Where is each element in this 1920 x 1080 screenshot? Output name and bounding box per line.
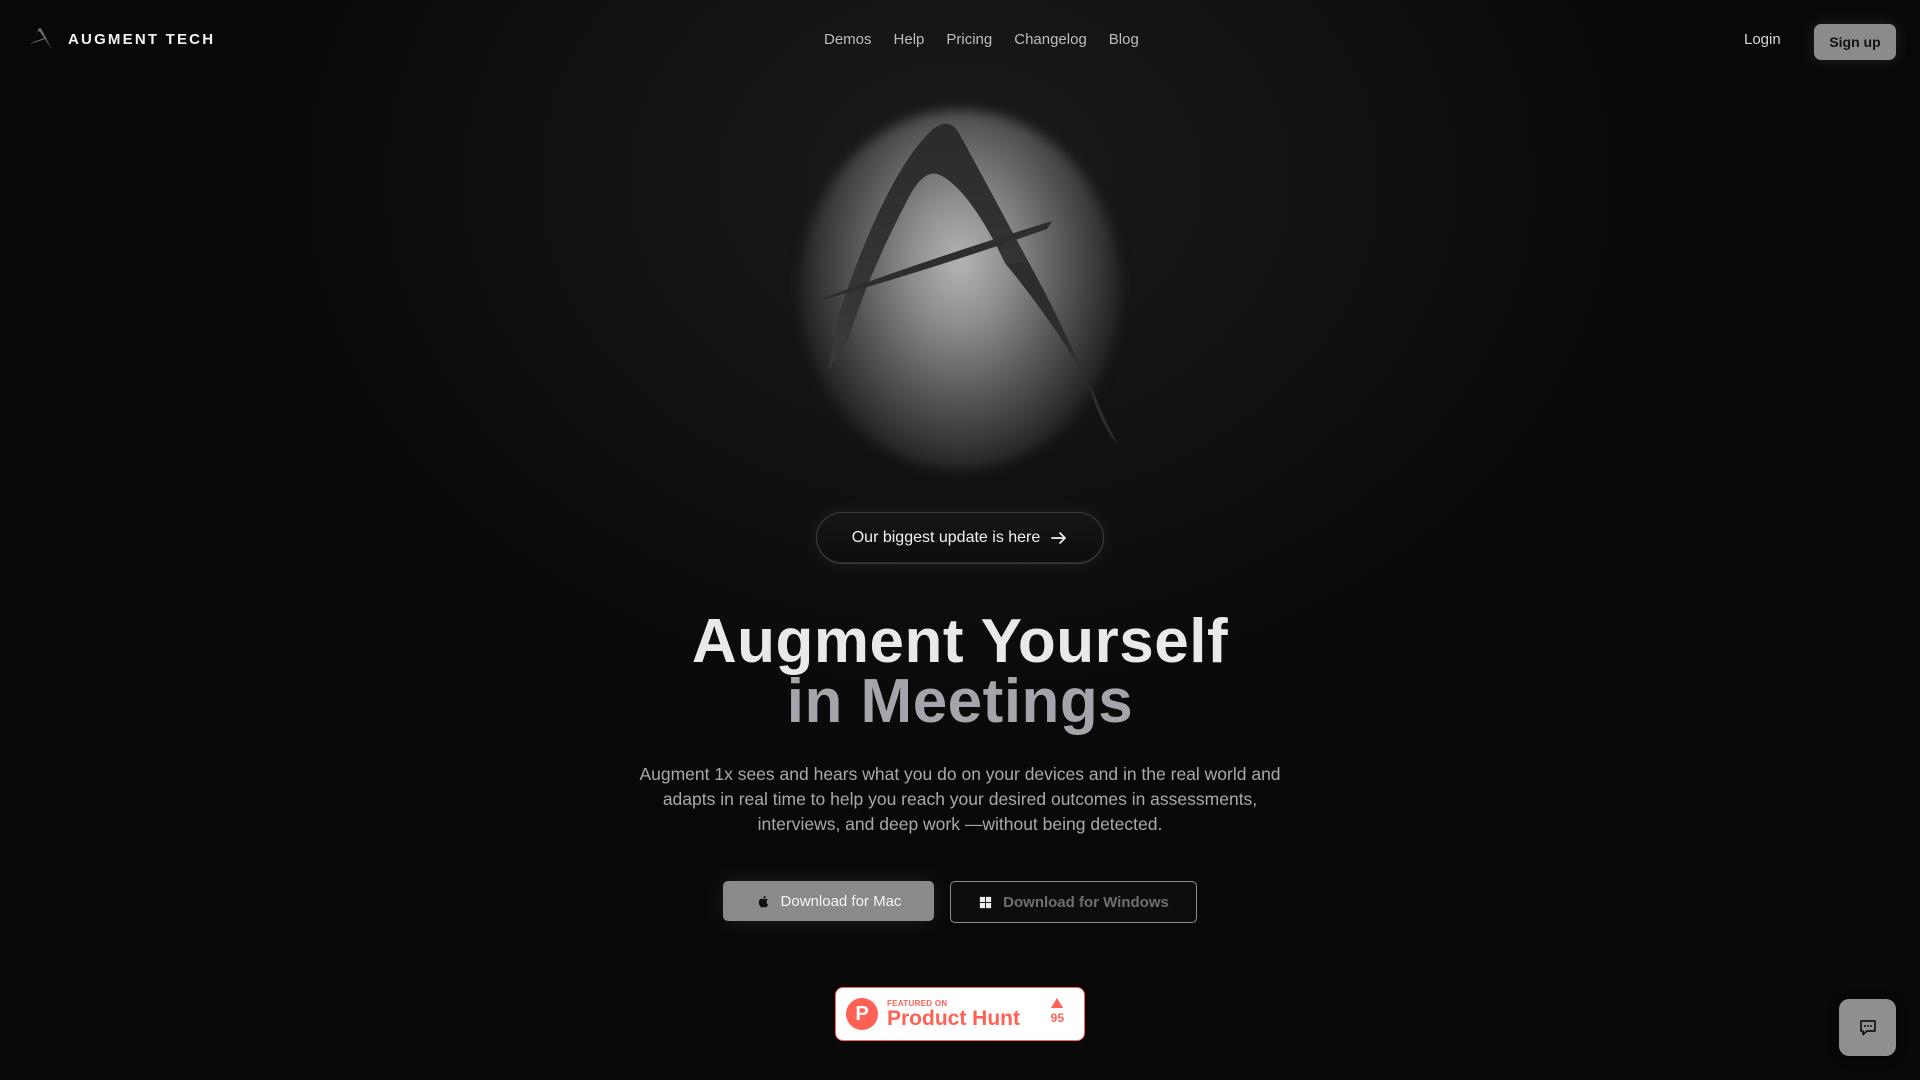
headline-line2: in Meetings bbox=[786, 667, 1134, 736]
hero-logo bbox=[760, 90, 1160, 470]
brand-name: AUGMENT TECH bbox=[68, 30, 216, 48]
arrow-right-icon bbox=[1051, 532, 1067, 544]
apple-icon bbox=[758, 895, 768, 907]
product-hunt-badge[interactable]: P FEATURED ON Product Hunt 95 bbox=[835, 987, 1085, 1041]
nav-help[interactable]: Help bbox=[894, 31, 925, 48]
product-hunt-votes: 95 bbox=[1051, 998, 1064, 1025]
hero-subtext: Augment 1x sees and hears what you do on… bbox=[639, 764, 1281, 834]
chat-button[interactable] bbox=[1839, 999, 1896, 1056]
product-hunt-vote-count: 95 bbox=[1050, 1011, 1064, 1025]
product-hunt-text: FEATURED ON Product Hunt bbox=[887, 999, 1020, 1030]
headline-line1: Augment Yourself bbox=[691, 607, 1229, 676]
product-hunt-logo-icon: P bbox=[846, 998, 878, 1030]
signup-button[interactable]: Sign up bbox=[1814, 24, 1896, 60]
product-hunt-name: Product Hunt bbox=[887, 1006, 1020, 1030]
brand[interactable]: AUGMENT TECH bbox=[26, 24, 215, 54]
download-windows-button[interactable]: Download for Windows bbox=[950, 881, 1197, 923]
hero-headline: Augment Yourself in Meetings bbox=[560, 607, 1360, 736]
nav-pricing[interactable]: Pricing bbox=[946, 31, 992, 48]
update-pill-label: Our biggest update is here bbox=[851, 529, 1041, 546]
login-link[interactable]: Login bbox=[1744, 31, 1781, 48]
download-windows-label: Download for Windows bbox=[1003, 893, 1169, 911]
nav-demos[interactable]: Demos bbox=[824, 31, 872, 48]
nav-blog[interactable]: Blog bbox=[1109, 31, 1139, 48]
upvote-triangle-icon bbox=[1051, 998, 1064, 1008]
download-mac-button[interactable]: Download for Mac bbox=[723, 881, 934, 921]
site-header: AUGMENT TECH Demos Help Pricing Changelo… bbox=[0, 0, 1920, 84]
windows-icon bbox=[980, 896, 992, 908]
update-pill-link[interactable]: Our biggest update is here bbox=[816, 512, 1104, 564]
augment-a-logo-icon bbox=[805, 123, 1119, 446]
chat-bubble-icon bbox=[1859, 1019, 1876, 1035]
main-nav: Demos Help Pricing Changelog Blog bbox=[824, 31, 1139, 48]
download-mac-label: Download for Mac bbox=[780, 892, 902, 910]
nav-changelog[interactable]: Changelog bbox=[1014, 31, 1087, 48]
augment-a-logo-icon bbox=[29, 28, 53, 52]
